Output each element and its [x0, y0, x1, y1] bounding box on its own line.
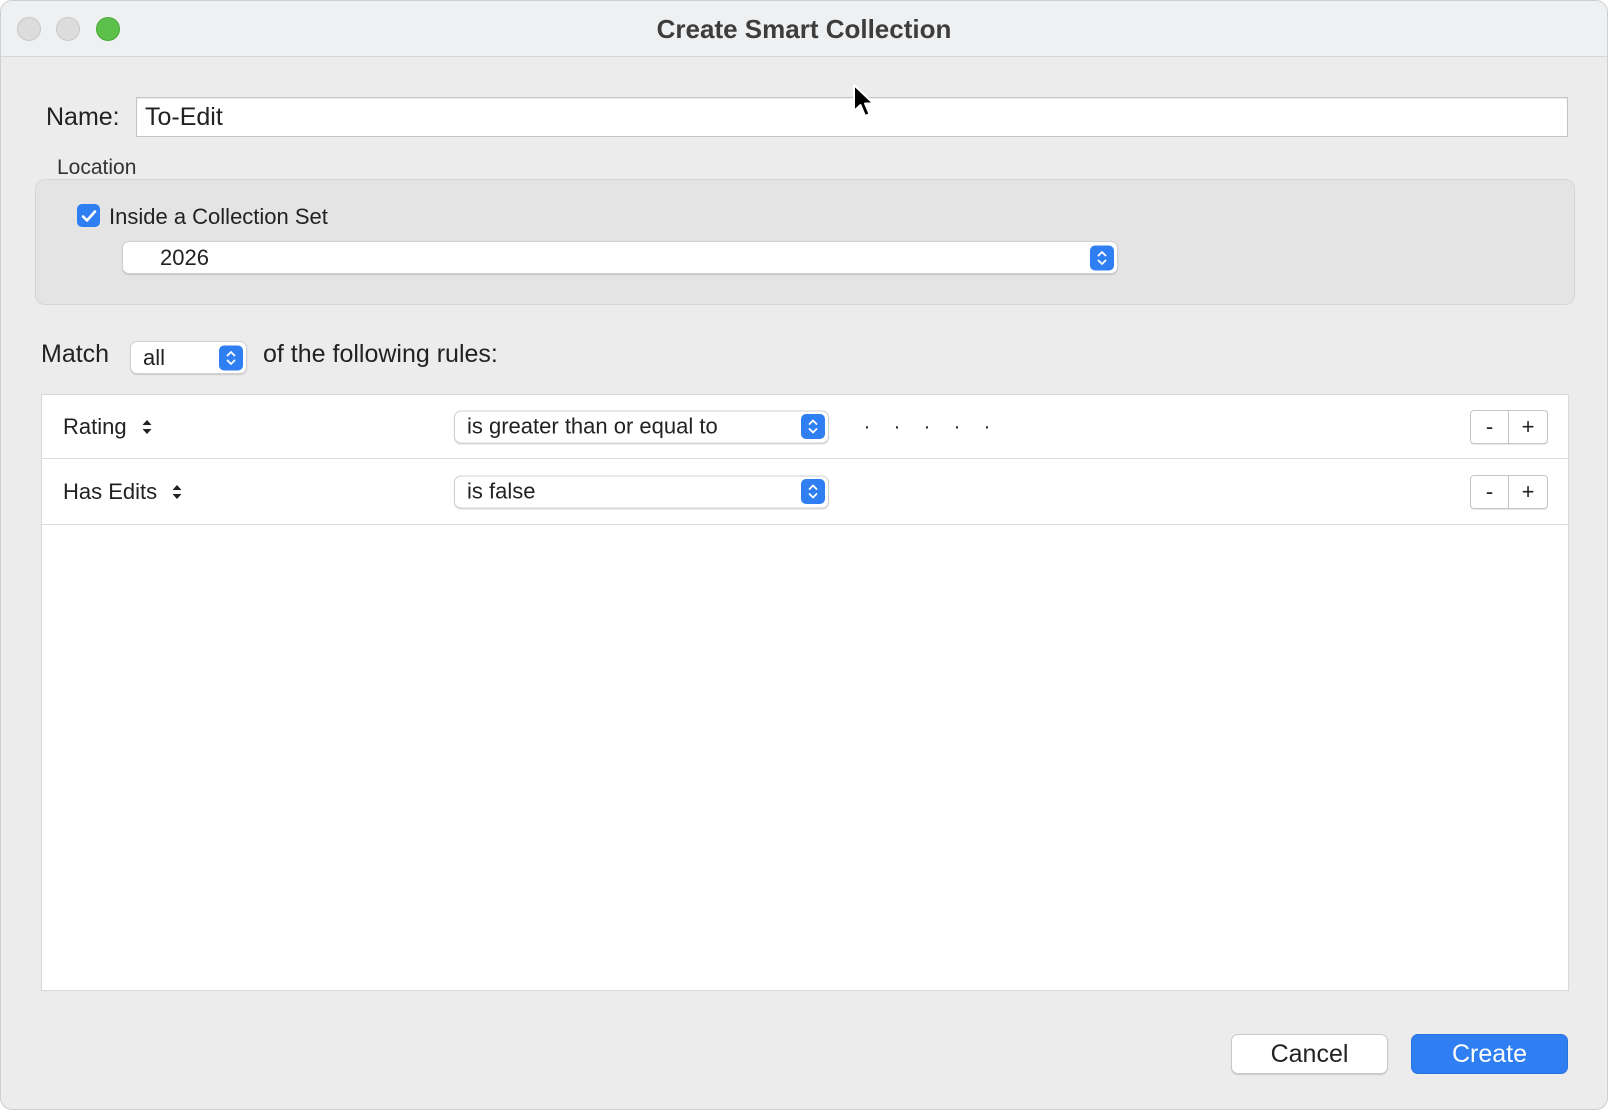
inside-collection-set-label: Inside a Collection Set: [109, 204, 328, 229]
chevron-updown-icon: [219, 345, 243, 370]
location-label: Location: [57, 156, 137, 179]
name-label: Name:: [46, 103, 120, 131]
rule-field-popup-has-edits[interactable]: Has Edits: [63, 479, 183, 505]
sort-updown-icon: [172, 484, 182, 499]
checkmark-icon: [81, 209, 96, 222]
collection-set-value: 2026: [160, 244, 209, 270]
rule-row-rating: Rating is greater than or equal to · · ·…: [42, 395, 1568, 459]
rule-add-remove-controls: - +: [1470, 409, 1548, 444]
match-mode-popup[interactable]: all: [130, 341, 247, 374]
rating-stars-control[interactable]: · · · · ·: [852, 417, 1002, 437]
chevron-updown-icon: [801, 479, 825, 504]
rule-operator-popup-rating[interactable]: is greater than or equal to: [454, 410, 829, 443]
create-button[interactable]: Create: [1411, 1034, 1568, 1074]
rule-operator-value: is greater than or equal to: [467, 413, 718, 439]
rating-star-1[interactable]: ·: [852, 417, 882, 437]
match-suffix-label: of the following rules:: [263, 340, 498, 368]
window-title: Create Smart Collection: [656, 14, 952, 44]
chevron-updown-icon: [1090, 245, 1114, 270]
rule-operator-value: is false: [467, 478, 536, 504]
sort-updown-icon: [142, 419, 152, 434]
rating-star-3[interactable]: ·: [912, 417, 942, 437]
inside-collection-set-checkbox[interactable]: [77, 204, 100, 227]
rule-operator-popup-has-edits[interactable]: is false: [454, 475, 829, 508]
mouse-pointer-icon: [853, 84, 875, 117]
rating-star-2[interactable]: ·: [882, 417, 912, 437]
match-label: Match: [41, 340, 110, 368]
rule-field-popup-rating[interactable]: Rating: [63, 414, 153, 440]
match-mode-value: all: [143, 344, 166, 370]
rule-field-label: Has Edits: [63, 478, 158, 504]
chevron-updown-icon: [801, 414, 825, 439]
rules-list: Rating is greater than or equal to · · ·…: [41, 394, 1569, 991]
rating-star-4[interactable]: ·: [942, 417, 972, 437]
remove-rule-button[interactable]: -: [1470, 409, 1509, 444]
remove-rule-button[interactable]: -: [1470, 474, 1509, 509]
collection-set-popup[interactable]: 2026: [122, 241, 1118, 274]
rule-row-has-edits: Has Edits is false - +: [42, 459, 1568, 525]
cancel-button[interactable]: Cancel: [1231, 1034, 1388, 1074]
title-bar: Create Smart Collection: [1, 1, 1607, 57]
rating-star-5[interactable]: ·: [972, 417, 1002, 437]
rule-add-remove-controls: - +: [1470, 474, 1548, 509]
rule-field-label: Rating: [63, 413, 127, 439]
add-rule-button[interactable]: +: [1509, 409, 1548, 444]
add-rule-button[interactable]: +: [1509, 474, 1548, 509]
create-smart-collection-dialog: Create Smart Collection Name: To-Edit Lo…: [0, 0, 1608, 1110]
